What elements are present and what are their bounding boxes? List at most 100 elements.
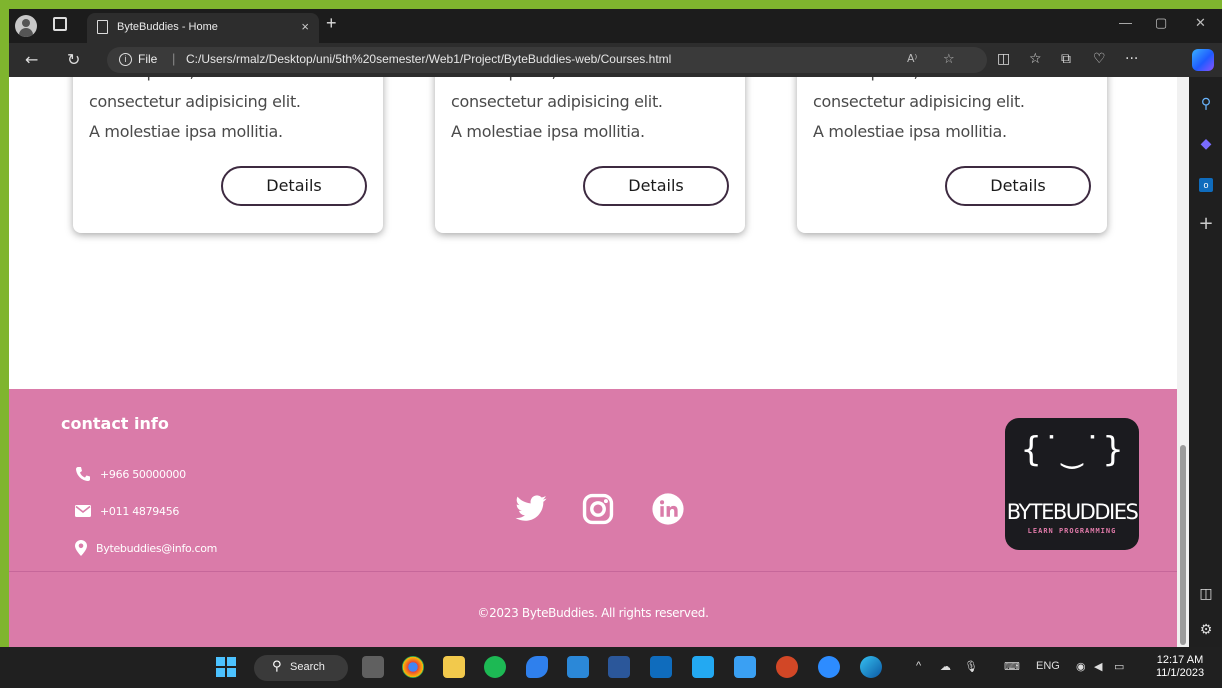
details-button[interactable]: Details	[221, 166, 367, 206]
chrome-icon[interactable]	[402, 656, 424, 678]
url-separator: |	[172, 51, 176, 66]
read-aloud-icon[interactable]: A⁾	[907, 52, 917, 65]
volume-icon[interactable]: ◀	[1094, 660, 1102, 673]
scrollbar-thumb[interactable]	[1180, 445, 1186, 645]
calendar-icon[interactable]	[567, 656, 589, 678]
browser-essentials-icon[interactable]: ♡	[1093, 51, 1106, 67]
copyright-text: ©2023 ByteBuddies. All rights reserved.	[477, 606, 709, 620]
url-scheme-label: File	[138, 52, 158, 66]
edge-sidebar: ⚲ ◆ o + ◫ ⚙	[1189, 77, 1222, 647]
favorite-star-icon[interactable]: ☆	[943, 52, 955, 67]
copilot-icon[interactable]	[1192, 49, 1214, 71]
page-viewport: Lorem ipsum, dolor sit amet consectetur …	[9, 77, 1177, 647]
contact-info-heading: contact info	[61, 414, 169, 433]
browser-toolbar: ← ↻ i File | C:/Users/rmalz/Desktop/uni/…	[9, 43, 1222, 77]
contact-phone: +966 50000000	[75, 465, 186, 483]
course-card-description: Lorem ipsum, dolor sit amet consectetur …	[813, 77, 1103, 147]
site-footer: contact info +966 50000000 +011 4879456	[9, 389, 1177, 647]
tab-close-button[interactable]: ×	[301, 19, 309, 34]
wifi-icon[interactable]: ◉	[1076, 660, 1086, 673]
powerpoint-icon[interactable]	[776, 656, 798, 678]
taskbar-clock[interactable]: 12:17 AM 11/1/2023	[1150, 654, 1210, 680]
course-card-line: A molestiae ipsa mollitia.	[451, 122, 645, 141]
course-card-line: Lorem ipsum, dolor sit amet	[813, 77, 1103, 87]
course-card-line: consectetur adipisicing elit.	[89, 92, 301, 111]
onedrive-icon[interactable]: ☁	[940, 660, 951, 673]
email-address[interactable]: Bytebuddies@info.com	[96, 542, 217, 555]
page-scrollbar[interactable]	[1177, 77, 1189, 647]
collections-icon[interactable]: ⧉	[1061, 51, 1071, 67]
vscode-icon[interactable]	[692, 656, 714, 678]
tab-title: ByteBuddies - Home	[117, 21, 218, 33]
show-hidden-icons-chevron-icon[interactable]: ^	[916, 660, 921, 672]
word-icon[interactable]	[608, 656, 630, 678]
phone-number[interactable]: +966 50000000	[100, 468, 186, 481]
taskbar-search[interactable]: ⚲ Search	[254, 655, 348, 681]
zoom-icon[interactable]	[818, 656, 840, 678]
edge-icon[interactable]	[860, 656, 882, 678]
course-card-description: Lorem ipsum, dolor sit amet consectetur …	[451, 77, 741, 147]
logo-wordmark: BYTEBUDDIES	[1006, 500, 1139, 524]
course-card-line: Lorem ipsum, dolor sit amet	[451, 77, 741, 87]
clock-time: 12:17 AM	[1156, 654, 1204, 666]
sidebar-settings-icon[interactable]: ⚙	[1197, 621, 1215, 639]
info-icon[interactable]: i	[119, 53, 132, 66]
more-options-icon[interactable]: ···	[1125, 51, 1138, 67]
footer-divider	[9, 571, 1177, 572]
logo-face-mark: {˙‿˙}	[1020, 430, 1124, 470]
details-button[interactable]: Details	[945, 166, 1091, 206]
browser-window: ByteBuddies - Home × + — ▢ ✕ ← ↻ i File …	[9, 9, 1222, 647]
hide-sidebar-icon[interactable]: ◫	[1197, 585, 1215, 603]
search-icon[interactable]: ⚲	[1197, 95, 1215, 113]
url-text[interactable]: C:/Users/rmalz/Desktop/uni/5th%20semeste…	[186, 52, 671, 66]
logo-tagline: LEARN PROGRAMMING	[1027, 527, 1117, 535]
course-card-line: consectetur adipisicing elit.	[813, 92, 1025, 111]
course-card-line: Lorem ipsum, dolor sit amet	[89, 77, 379, 87]
favorites-icon[interactable]: ☆	[1029, 51, 1042, 67]
back-arrow-icon[interactable]: ←	[25, 50, 38, 69]
battery-icon[interactable]: ▭	[1114, 660, 1124, 673]
contact-fax: +011 4879456	[75, 502, 179, 520]
twitter-icon[interactable]	[514, 492, 548, 526]
steam-icon[interactable]	[526, 656, 548, 678]
outlook-icon[interactable]: o	[1197, 175, 1215, 193]
clock-date: 11/1/2023	[1155, 667, 1205, 679]
spotify-icon[interactable]	[484, 656, 506, 678]
phone-icon	[76, 467, 90, 481]
linkedin-icon[interactable]	[651, 492, 685, 526]
copilot-sidebar-icon[interactable]: ◆	[1197, 135, 1215, 153]
task-view-icon[interactable]	[362, 656, 384, 678]
tab-actions-icon[interactable]	[53, 17, 67, 31]
new-tab-button[interactable]: +	[326, 13, 337, 34]
windows-start-icon[interactable]	[216, 657, 236, 677]
microphone-icon[interactable]: 🎙	[964, 660, 978, 673]
search-icon: ⚲	[272, 659, 282, 674]
keyboard-icon[interactable]: ⌨	[1004, 660, 1020, 673]
envelope-icon	[75, 505, 91, 517]
address-bar[interactable]: i File | C:/Users/rmalz/Desktop/uni/5th%…	[107, 47, 987, 73]
contact-email: Bytebuddies@info.com	[75, 539, 217, 557]
notepad-icon[interactable]	[734, 656, 756, 678]
course-card-description: Lorem ipsum, dolor sit amet consectetur …	[89, 77, 379, 147]
outlook-taskbar-icon[interactable]	[650, 656, 672, 678]
tab-bytebuddies-home[interactable]: ByteBuddies - Home ×	[87, 13, 319, 43]
add-sidebar-app-icon[interactable]: +	[1197, 215, 1215, 233]
windows-taskbar: ⚲ Search ^ ☁ 🎙 ⌨ ENG ◉ ◀ ▭ 12:17 AM 11/1…	[0, 647, 1222, 688]
minimize-button[interactable]: —	[1119, 15, 1132, 30]
course-card-line: consectetur adipisicing elit.	[451, 92, 663, 111]
split-screen-icon[interactable]: ◫	[997, 51, 1010, 67]
close-window-button[interactable]: ✕	[1195, 15, 1206, 31]
course-card-line: A molestiae ipsa mollitia.	[89, 122, 283, 141]
file-explorer-icon[interactable]	[443, 656, 465, 678]
instagram-icon[interactable]	[581, 492, 615, 526]
maximize-button[interactable]: ▢	[1155, 15, 1167, 31]
details-button[interactable]: Details	[583, 166, 729, 206]
bytebuddies-logo[interactable]: {˙‿˙} BYTEBUDDIES LEARN PROGRAMMING	[1005, 418, 1139, 550]
course-card-line: A molestiae ipsa mollitia.	[813, 122, 1007, 141]
taskbar-search-label: Search	[290, 661, 325, 673]
fax-number[interactable]: +011 4879456	[100, 505, 179, 518]
profile-avatar-icon[interactable]	[15, 15, 37, 37]
language-indicator[interactable]: ENG	[1036, 660, 1060, 672]
refresh-icon[interactable]: ↻	[67, 50, 80, 69]
course-card: Lorem ipsum, dolor sit amet consectetur …	[797, 77, 1107, 233]
